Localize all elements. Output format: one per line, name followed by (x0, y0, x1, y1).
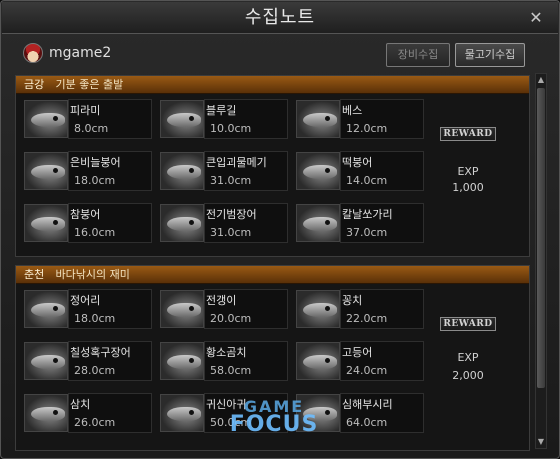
fish-card[interactable]: 심해부시리 64.0cm (296, 392, 424, 434)
fish-icon (296, 290, 340, 328)
fish-card[interactable]: 전갱이 20.0cm (160, 288, 288, 330)
fish-icon (296, 100, 340, 138)
fish-card[interactable]: 참붕어 16.0cm (24, 202, 152, 244)
section-region: 춘천 (24, 268, 45, 281)
fish-name: 정어리 (70, 294, 101, 307)
fish-card[interactable]: 칠성혹구장어 28.0cm (24, 340, 152, 382)
fish-size: 64.0cm (346, 416, 388, 429)
fish-name: 꽁치 (342, 294, 363, 307)
fish-size: 22.0cm (346, 312, 388, 325)
avatar (23, 43, 43, 63)
scrollbar[interactable]: ▲ ▼ (535, 73, 547, 449)
fish-icon (160, 204, 204, 242)
fish-icon (24, 290, 68, 328)
fish-size: 24.0cm (346, 364, 388, 377)
fish-icon (24, 394, 68, 432)
fish-size: 58.0cm (210, 364, 252, 377)
title-bar: 수집노트 ✕ (2, 2, 558, 34)
fish-icon (296, 152, 340, 190)
fish-icon (160, 152, 204, 190)
fish-card[interactable]: 꽁치 22.0cm (296, 288, 424, 330)
fish-card[interactable]: 고등어 24.0cm (296, 340, 424, 382)
window-title: 수집노트 (244, 7, 316, 28)
exp-value: 1,000 (452, 181, 484, 194)
fish-card[interactable]: 전기범장어 31.0cm (160, 202, 288, 244)
fish-card[interactable]: 황소곰치 58.0cm (160, 340, 288, 382)
fish-icon (160, 290, 204, 328)
fish-name: 큰입괴물메기 (206, 156, 267, 169)
fish-icon (160, 342, 204, 380)
fish-name: 황소곰치 (206, 346, 247, 359)
section-subtitle: 바다낚시의 재미 (55, 268, 130, 281)
fish-icon (296, 342, 340, 380)
section-region: 금강 (24, 78, 45, 91)
fish-size: 8.0cm (74, 122, 109, 135)
reward-button[interactable]: REWARD (440, 317, 496, 331)
fish-name: 전기범장어 (206, 208, 257, 221)
fish-size: 31.0cm (210, 226, 252, 239)
fish-size: 14.0cm (346, 174, 388, 187)
fish-size: 37.0cm (346, 226, 388, 239)
fish-card[interactable]: 은비늘붕어 18.0cm (24, 150, 152, 192)
close-icon[interactable]: ✕ (528, 10, 544, 26)
fish-card[interactable]: 칼날쏘가리 37.0cm (296, 202, 424, 244)
fish-name: 심해부시리 (342, 398, 393, 411)
fish-card[interactable]: 정어리 18.0cm (24, 288, 152, 330)
fish-icon (24, 204, 68, 242)
fish-card[interactable]: 삼치 26.0cm (24, 392, 152, 434)
fish-size: 18.0cm (74, 312, 116, 325)
fish-size: 50.0cm (210, 416, 252, 429)
reward-button[interactable]: REWARD (440, 127, 496, 141)
collection-note-window: 수집노트 ✕ mgame2 장비수집 물고기수집 금강 기분 좋은 출발 피라미… (0, 0, 560, 459)
fish-icon (24, 152, 68, 190)
scroll-up-icon[interactable]: ▲ (536, 75, 546, 85)
fish-card[interactable]: 피라미 8.0cm (24, 98, 152, 140)
section-geumgang: 금강 기분 좋은 출발 피라미 8.0cm 블루길 10.0cm 베스 12.0… (15, 75, 530, 257)
fish-name: 칼날쏘가리 (342, 208, 393, 221)
section-header: 금강 기분 좋은 출발 (16, 76, 529, 94)
fish-card[interactable]: 떡붕어 14.0cm (296, 150, 424, 192)
equipment-collection-button[interactable]: 장비수집 (386, 43, 450, 67)
fish-icon (296, 204, 340, 242)
fish-collection-button[interactable]: 물고기수집 (455, 43, 525, 67)
fish-name: 삼치 (70, 398, 91, 411)
fish-name: 귀신아귀 (206, 398, 247, 411)
section-header: 춘천 바다낚시의 재미 (16, 266, 529, 284)
fish-card[interactable]: 블루길 10.0cm (160, 98, 288, 140)
fish-size: 12.0cm (346, 122, 388, 135)
fish-card[interactable]: 귀신아귀 50.0cm (160, 392, 288, 434)
scroll-down-icon[interactable]: ▼ (536, 437, 546, 447)
fish-name: 은비늘붕어 (70, 156, 121, 169)
fish-card[interactable]: 큰입괴물메기 31.0cm (160, 150, 288, 192)
exp-label: EXP (457, 351, 479, 364)
fish-icon (160, 394, 204, 432)
fish-name: 피라미 (70, 104, 101, 117)
section-chuncheon: 춘천 바다낚시의 재미 정어리 18.0cm 전갱이 20.0cm 꽁치 22.… (15, 265, 530, 451)
fish-name: 참붕어 (70, 208, 101, 221)
fish-name: 떡붕어 (342, 156, 373, 169)
fish-icon (24, 342, 68, 380)
fish-icon (160, 100, 204, 138)
scroll-thumb[interactable] (537, 88, 545, 388)
fish-name: 베스 (342, 104, 363, 117)
username: mgame2 (49, 45, 112, 61)
exp-label: EXP (457, 165, 479, 178)
fish-name: 칠성혹구장어 (70, 346, 131, 359)
fish-size: 20.0cm (210, 312, 252, 325)
fish-name: 전갱이 (206, 294, 237, 307)
exp-value: 2,000 (452, 369, 484, 382)
fish-name: 블루길 (206, 104, 237, 117)
fish-icon (296, 394, 340, 432)
fish-size: 26.0cm (74, 416, 116, 429)
user-bar: mgame2 장비수집 물고기수집 (15, 39, 547, 71)
fish-name: 고등어 (342, 346, 373, 359)
fish-size: 16.0cm (74, 226, 116, 239)
section-subtitle: 기분 좋은 출발 (55, 78, 124, 91)
fish-size: 10.0cm (210, 122, 252, 135)
fish-size: 28.0cm (74, 364, 116, 377)
fish-size: 31.0cm (210, 174, 252, 187)
fish-card[interactable]: 베스 12.0cm (296, 98, 424, 140)
fish-size: 18.0cm (74, 174, 116, 187)
fish-icon (24, 100, 68, 138)
